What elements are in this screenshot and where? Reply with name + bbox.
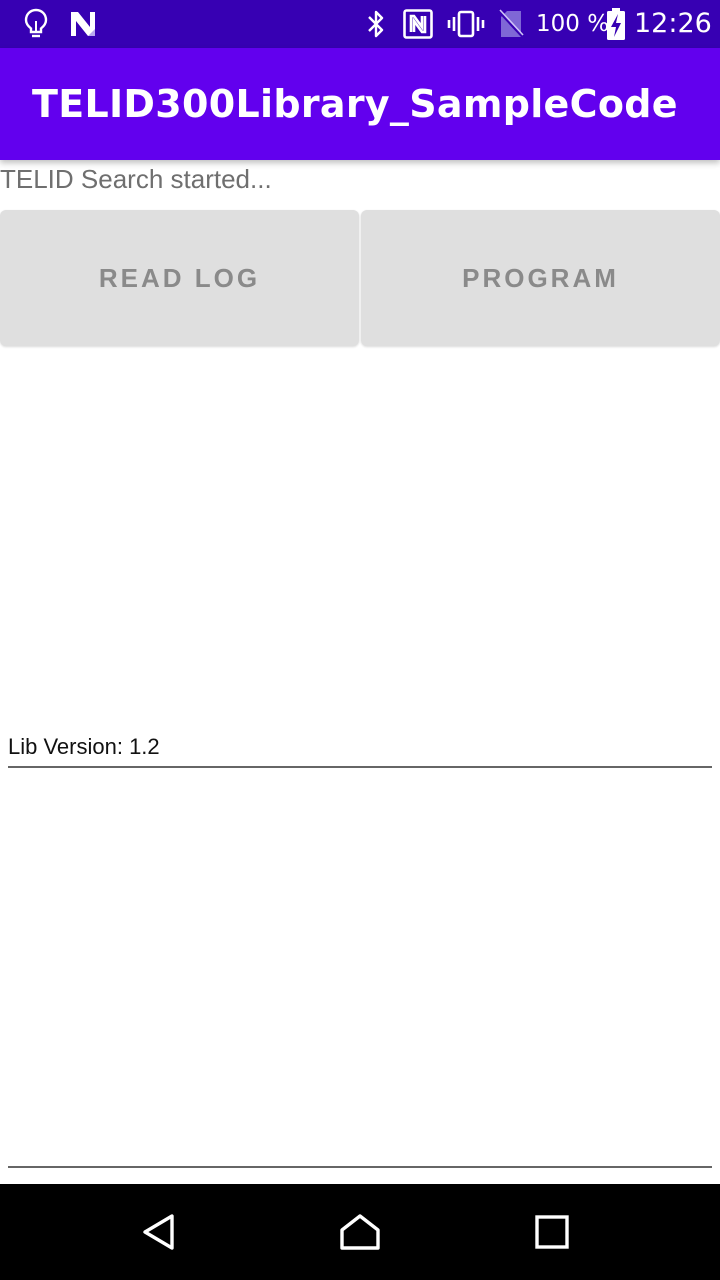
app-title: TELID300Library_SampleCode	[32, 82, 678, 126]
read-log-button[interactable]: READ LOG	[0, 210, 359, 346]
home-icon[interactable]	[328, 1200, 392, 1264]
nfc-icon	[400, 6, 436, 42]
program-button[interactable]: PROGRAM	[361, 210, 720, 346]
clock: 12:26	[634, 8, 712, 39]
no-sim-icon	[496, 6, 526, 42]
vibrate-icon	[446, 6, 486, 42]
app-bar: TELID300Library_SampleCode	[0, 48, 720, 160]
status-bar: 100 % 12:26	[0, 0, 720, 48]
recents-icon[interactable]	[520, 1200, 584, 1264]
back-icon[interactable]	[128, 1200, 192, 1264]
battery-percent: 100 %	[536, 11, 610, 37]
n-app-icon	[66, 6, 100, 42]
lib-version-field[interactable]: Lib Version: 1.2	[8, 732, 712, 768]
search-status-text: TELID Search started...	[0, 164, 272, 194]
bluetooth-icon	[362, 6, 390, 42]
program-label: PROGRAM	[462, 262, 619, 293]
navigation-bar	[0, 1184, 720, 1280]
read-log-label: READ LOG	[98, 262, 261, 293]
log-output-field[interactable]	[8, 768, 712, 1168]
battery-charging-icon	[604, 6, 628, 42]
lightbulb-icon	[20, 6, 52, 42]
